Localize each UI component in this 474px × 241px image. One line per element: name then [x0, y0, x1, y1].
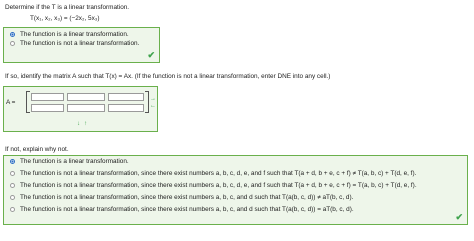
explanation-option-2[interactable]: The function is not a linear transformat…	[10, 169, 416, 178]
explanation-option-3[interactable]: The function is not a linear transformat…	[10, 181, 417, 190]
add-column-icon[interactable]: →	[150, 96, 156, 102]
radio-icon[interactable]	[10, 171, 15, 176]
matrix-cell-2-1[interactable]	[31, 104, 64, 112]
matrix-cell-2-2[interactable]	[67, 104, 105, 112]
question-1-prompt: Determine if the T is a linear transform…	[5, 4, 130, 11]
question-3-prompt: If not, explain why not.	[5, 146, 69, 153]
function-formula: T(x₁, x₂, x₃) = (−2x₂, 5x₃)	[30, 15, 100, 22]
explanation-option-4[interactable]: The function is not a linear transformat…	[10, 193, 353, 202]
matrix-answer-box: A = → ← ↓ ↑	[3, 86, 158, 132]
question-3-answer-box: The function is a linear transformation.…	[3, 155, 468, 225]
option-label: The function is not a linear transformat…	[20, 182, 417, 189]
radio-icon[interactable]	[10, 207, 15, 212]
matrix-cell-2-3[interactable]	[108, 104, 144, 112]
option-label: The function is a linear transformation.	[20, 31, 129, 38]
radio-icon[interactable]	[10, 195, 15, 200]
remove-row-icon[interactable]: ↑	[84, 121, 87, 127]
radio-selected-icon[interactable]	[10, 32, 15, 37]
remove-column-icon[interactable]: ←	[150, 103, 156, 109]
matrix-label: A =	[6, 99, 16, 106]
radio-icon[interactable]	[10, 41, 15, 46]
checkmark-icon: ✔	[455, 212, 463, 222]
option-label: The function is not a linear transformat…	[20, 170, 417, 177]
question-1-answer-box: The function is a linear transformation.…	[3, 27, 160, 63]
matrix-cell-1-1[interactable]	[31, 93, 64, 101]
explanation-option-5[interactable]: The function is not a linear transformat…	[10, 205, 354, 214]
explanation-option-1[interactable]: The function is a linear transformation.	[10, 157, 129, 166]
radio-icon[interactable]	[10, 183, 15, 188]
checkmark-icon: ✔	[147, 50, 155, 60]
option-label: The function is a linear transformation.	[20, 158, 129, 165]
option-label: The function is not a linear transformat…	[20, 194, 354, 201]
matrix-cell-1-2[interactable]	[67, 93, 105, 101]
question-2-prompt: If so, identify the matrix A such that T…	[5, 73, 331, 80]
add-row-icon[interactable]: ↓	[77, 121, 80, 127]
radio-selected-icon[interactable]	[10, 159, 15, 164]
right-bracket	[145, 91, 149, 113]
left-bracket	[26, 91, 30, 113]
option-not-linear[interactable]: The function is not a linear transformat…	[10, 39, 139, 48]
option-linear[interactable]: The function is a linear transformation.	[10, 30, 129, 39]
matrix-cell-1-3[interactable]	[108, 93, 144, 101]
option-label: The function is not a linear transformat…	[20, 40, 140, 47]
option-label: The function is not a linear transformat…	[20, 206, 354, 213]
